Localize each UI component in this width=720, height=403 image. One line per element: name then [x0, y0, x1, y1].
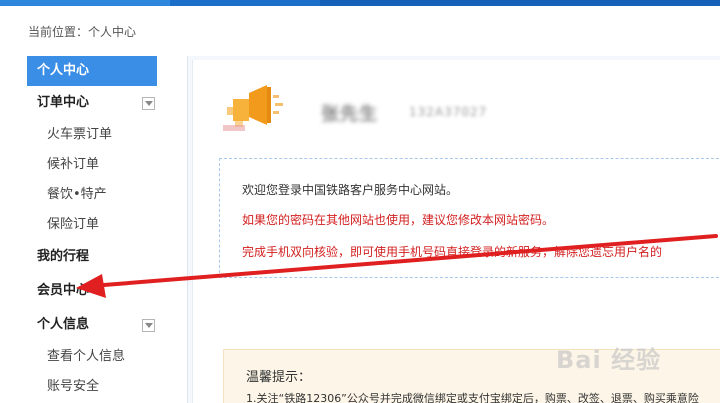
- sidebar-item-train-orders[interactable]: 火车票订单: [27, 120, 157, 150]
- sidebar-item-account-security[interactable]: 账号安全: [27, 372, 157, 402]
- profile-name: 张先生: [321, 104, 378, 125]
- sidebar-group-orders[interactable]: 订单中心: [27, 86, 157, 120]
- sidebar-group-my-trips[interactable]: 我的行程: [27, 240, 157, 274]
- sidebar-item-view-profile[interactable]: 查看个人信息: [27, 342, 157, 372]
- sidebar-item-waitlist-orders[interactable]: 候补订单: [27, 150, 157, 180]
- welcome-message: 欢迎您登录中国铁路客户服务中心网站。: [242, 183, 459, 197]
- top-nav-segment: [320, 0, 720, 6]
- sidebar-group-label: 会员中心: [37, 283, 90, 298]
- phone-verify-notice[interactable]: 完成手机双向核验，即可使用手机号码直接登录的新服务，解除您遗忘用户名的: [242, 243, 662, 260]
- top-nav-bar: [0, 0, 720, 6]
- collapse-toggle-icon[interactable]: [142, 319, 155, 332]
- sidebar-group-label: 订单中心: [37, 95, 90, 110]
- breadcrumb: 当前位置：个人中心: [28, 25, 137, 39]
- tips-title: 温馨提示：: [246, 370, 312, 385]
- sidebar-item-insurance-orders[interactable]: 保险订单: [27, 210, 157, 240]
- top-nav-segment: [0, 0, 170, 6]
- collapse-toggle-icon[interactable]: [142, 97, 155, 110]
- sidebar-item-food-specialty[interactable]: 餐饮•特产: [27, 180, 157, 210]
- megaphone-icon: [223, 85, 283, 131]
- tips-line: 1.关注“铁路12306”公众号并完成微信绑定或支付宝绑定后，购票、改签、退票、…: [246, 392, 699, 403]
- sidebar-group-personal-info[interactable]: 个人信息: [27, 308, 157, 342]
- profile-id: 132A37027: [409, 105, 488, 119]
- sidebar: 个人中心 订单中心 火车票订单 候补订单 餐饮•特产 保险订单 我的行程 会员中…: [27, 56, 157, 402]
- password-warning: 如果您的密码在其他网站也使用，建议您修改本网站密码。: [242, 213, 555, 227]
- sidebar-head-personal-center[interactable]: 个人中心: [27, 56, 157, 86]
- sidebar-group-label: 我的行程: [37, 249, 90, 264]
- welcome-box: 欢迎您登录中国铁路客户服务中心网站。 如果您的密码在其他网站也使用，建议您修改本…: [219, 158, 720, 278]
- baidu-watermark: Bai 经验: [556, 346, 662, 374]
- sidebar-group-label: 个人信息: [37, 317, 90, 332]
- sidebar-group-member-center[interactable]: 会员中心: [27, 274, 157, 308]
